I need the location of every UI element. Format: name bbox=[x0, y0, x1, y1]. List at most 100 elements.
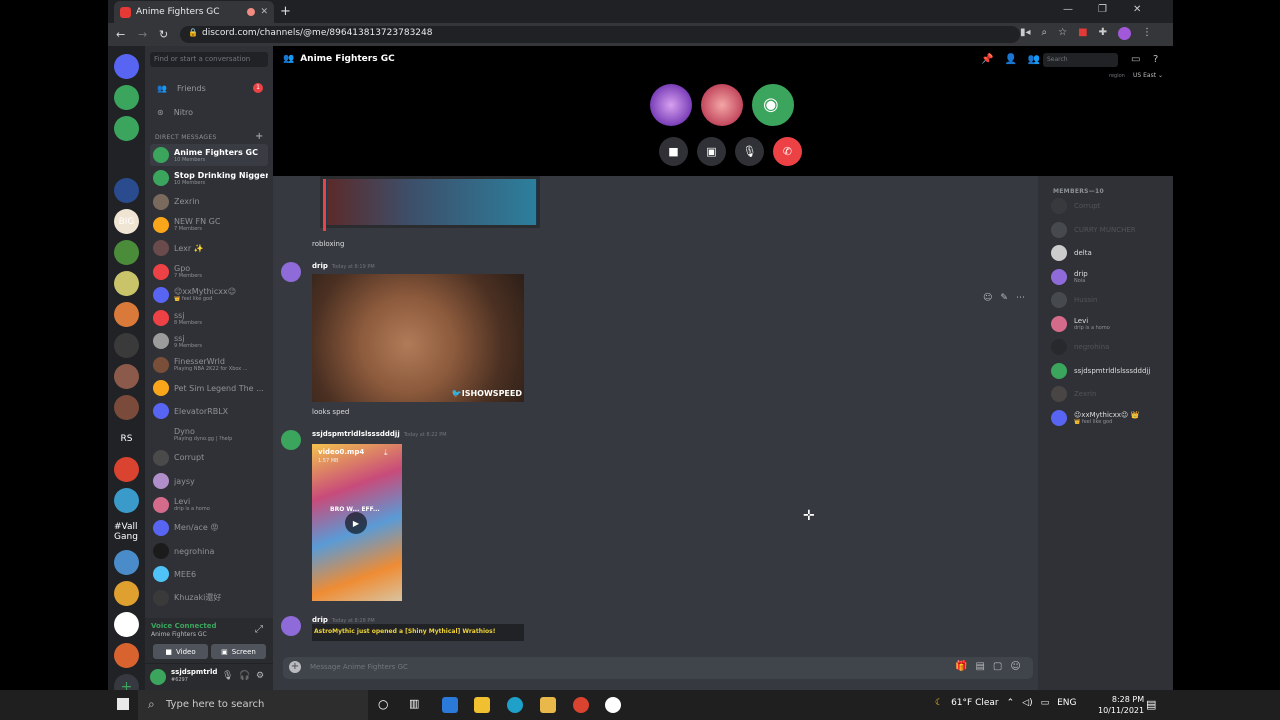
member-item[interactable]: drip Nola bbox=[1051, 267, 1088, 287]
message-image[interactable]: 🐦ISHOWSPEED bbox=[312, 274, 524, 402]
reload-icon[interactable]: ↻ bbox=[159, 28, 168, 41]
member-item[interactable]: negrohina bbox=[1051, 337, 1109, 357]
mute-mic-icon[interactable]: 🎙 bbox=[222, 671, 233, 681]
store-icon[interactable] bbox=[474, 697, 490, 713]
help-icon[interactable]: ? bbox=[1153, 54, 1158, 65]
server-icon[interactable] bbox=[114, 550, 139, 575]
camera-toggle-button[interactable]: ■ bbox=[659, 137, 688, 166]
dm-item[interactable]: Men/ace 😡 bbox=[150, 517, 268, 539]
tab-close-icon[interactable]: ✕ bbox=[260, 7, 268, 17]
dm-item[interactable]: 😉xxMythicxx😉 👑 feel like god bbox=[150, 284, 268, 306]
disconnect-call-button[interactable]: ✆ bbox=[773, 137, 802, 166]
mail-icon[interactable] bbox=[442, 697, 458, 713]
member-list-icon[interactable]: 👥 bbox=[1028, 54, 1040, 65]
play-icon[interactable]: ▶ bbox=[345, 512, 367, 534]
server-icon[interactable] bbox=[114, 488, 139, 513]
author-name[interactable]: ssjdspmtrldlslsssdddjj bbox=[312, 430, 400, 438]
find-conversation-input[interactable]: Find or start a conversation bbox=[150, 52, 268, 67]
server-icon[interactable]: #Vall Gang bbox=[114, 519, 139, 544]
dm-item[interactable]: negrohina bbox=[150, 540, 268, 562]
message-author[interactable]: ssjdspmtrldlslsssdddjj Today at 8:22 PM bbox=[312, 430, 447, 438]
back-icon[interactable]: ← bbox=[116, 28, 125, 41]
dm-item[interactable]: Gpo 7 Members bbox=[150, 261, 268, 283]
participant-avatar[interactable] bbox=[650, 84, 692, 126]
dm-item[interactable]: Corrupt bbox=[150, 447, 268, 469]
member-item[interactable]: CURRY MUNCHER bbox=[1051, 220, 1136, 240]
forward-icon[interactable]: → bbox=[138, 28, 147, 41]
maximize-button[interactable]: ❐ bbox=[1098, 4, 1107, 15]
author-avatar[interactable] bbox=[281, 430, 301, 450]
mic-toggle-button[interactable]: 🎙 bbox=[735, 137, 764, 166]
browser-menu-icon[interactable]: ⋮ bbox=[1142, 27, 1152, 40]
member-item[interactable]: Corrupt bbox=[1051, 196, 1100, 216]
dm-item[interactable]: ssj 8 Members bbox=[150, 307, 268, 329]
deafen-headphones-icon[interactable]: 🎧 bbox=[239, 671, 250, 681]
bookmark-star-icon[interactable]: ☆ bbox=[1058, 27, 1067, 40]
member-item[interactable]: Hussin bbox=[1051, 290, 1097, 310]
header-search-input[interactable]: Search bbox=[1043, 53, 1118, 67]
server-icon[interactable] bbox=[114, 85, 139, 110]
author-name[interactable]: drip bbox=[312, 262, 328, 270]
volume-icon[interactable]: ◁) bbox=[1022, 698, 1032, 708]
taskbar-clock[interactable]: 8:28 PM 10/11/2021 bbox=[1098, 694, 1144, 716]
new-tab-button[interactable]: + bbox=[280, 4, 291, 19]
network-icon[interactable]: ▭ bbox=[1041, 698, 1050, 708]
gif-icon[interactable]: ▤ bbox=[975, 661, 984, 672]
emoji-icon[interactable]: ☺ bbox=[1010, 661, 1020, 672]
server-icon[interactable] bbox=[114, 333, 139, 358]
more-options-icon[interactable]: ⋯ bbox=[1016, 293, 1025, 303]
server-icon[interactable] bbox=[114, 271, 139, 296]
add-friends-icon[interactable]: 👤 bbox=[1004, 54, 1016, 65]
server-icon[interactable] bbox=[114, 457, 139, 482]
dm-item[interactable]: Khuzaki還好 bbox=[150, 587, 268, 609]
member-item[interactable]: ssjdspmtrldlslsssdddjj bbox=[1051, 361, 1150, 381]
edge-icon[interactable] bbox=[507, 697, 523, 713]
tray-arrow-icon[interactable]: ⌃ bbox=[1007, 698, 1015, 708]
dm-item[interactable]: ElevatorRBLX bbox=[150, 400, 268, 422]
dm-item[interactable]: Anime Fighters GC 10 Members bbox=[150, 144, 268, 166]
windows-start-icon[interactable] bbox=[117, 698, 129, 710]
clock-app-icon[interactable] bbox=[605, 697, 621, 713]
screen-share-button[interactable]: ▣ bbox=[697, 137, 726, 166]
sticker-icon[interactable]: ▢ bbox=[993, 661, 1002, 672]
server-icon[interactable] bbox=[114, 581, 139, 606]
server-icon[interactable]: BIG bbox=[114, 209, 139, 234]
edit-pencil-icon[interactable]: ✎ bbox=[1000, 293, 1008, 303]
upload-plus-icon[interactable]: + bbox=[289, 661, 301, 673]
voice-channel-name[interactable]: Anime Fighters GC bbox=[151, 631, 207, 638]
server-icon[interactable] bbox=[114, 643, 139, 668]
create-dm-icon[interactable]: + bbox=[255, 131, 263, 142]
server-icon[interactable] bbox=[114, 147, 139, 172]
weather-text[interactable]: 61°F Clear bbox=[951, 698, 999, 708]
video-button[interactable]: ■ Video bbox=[153, 644, 208, 659]
dm-item[interactable]: FinesserWrld Playing NBA 2K22 for Xbox ..… bbox=[150, 354, 268, 376]
message-author[interactable]: drip Today at 8:28 PM bbox=[312, 616, 375, 624]
language-indicator[interactable]: ENG bbox=[1057, 698, 1076, 708]
dm-item[interactable]: ssj 9 Members bbox=[150, 330, 268, 352]
gift-icon[interactable]: 🎁 bbox=[955, 661, 967, 672]
user-avatar[interactable] bbox=[150, 669, 166, 685]
member-item[interactable]: Zexrin bbox=[1051, 384, 1096, 404]
close-window-button[interactable]: ✕ bbox=[1133, 4, 1141, 15]
message-author[interactable]: drip Today at 8:19 PM bbox=[312, 262, 375, 270]
screen-button[interactable]: ▣ Screen bbox=[211, 644, 266, 659]
participant-avatar[interactable]: ◉ bbox=[752, 84, 794, 126]
participant-avatar[interactable] bbox=[701, 84, 743, 126]
task-view-icon[interactable]: ▥ bbox=[409, 697, 425, 713]
browser-tab[interactable]: Anime Fighters GC ✕ bbox=[114, 1, 274, 23]
camera-icon[interactable]: ▮◂ bbox=[1020, 27, 1031, 40]
dm-item[interactable]: Zexrin bbox=[150, 191, 268, 213]
chrome-icon[interactable] bbox=[573, 697, 589, 713]
server-icon[interactable] bbox=[114, 54, 139, 79]
author-avatar[interactable] bbox=[281, 262, 301, 282]
dm-item[interactable]: Lexr ✨ bbox=[150, 237, 268, 259]
dm-item[interactable]: Dyno Playing dyno.gg | ?help bbox=[150, 424, 268, 446]
message-input[interactable]: Message Anime Fighters GC bbox=[310, 663, 408, 671]
file-explorer-icon[interactable] bbox=[540, 697, 556, 713]
author-avatar[interactable] bbox=[281, 616, 301, 636]
server-icon[interactable]: RS bbox=[114, 426, 139, 451]
notifications-icon[interactable]: ▤ bbox=[1146, 698, 1156, 711]
pinned-icon[interactable]: 📌 bbox=[981, 54, 993, 65]
region-select[interactable]: US East ⌄ bbox=[1133, 72, 1163, 79]
member-item[interactable]: 😉xxMythicxx😉 👑 👑 feel like god bbox=[1051, 408, 1139, 428]
